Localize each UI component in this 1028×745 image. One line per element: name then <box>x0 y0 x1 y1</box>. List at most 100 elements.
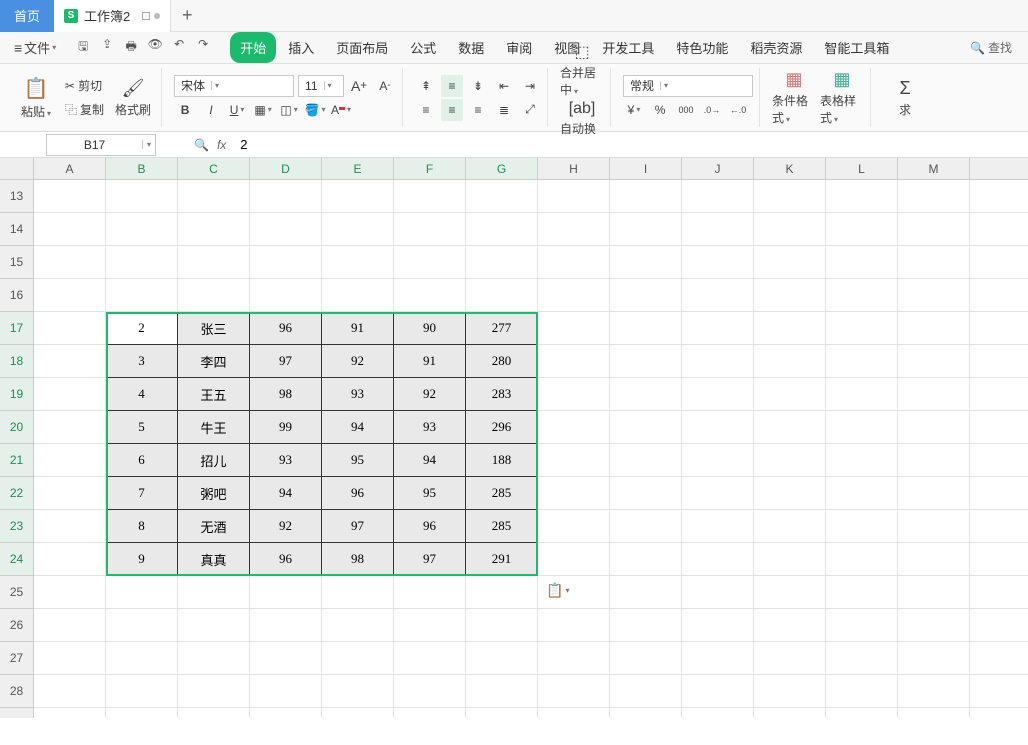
cell[interactable] <box>466 708 538 718</box>
cell[interactable] <box>538 444 610 477</box>
cell[interactable] <box>898 642 970 675</box>
cell[interactable] <box>466 675 538 708</box>
cell[interactable] <box>610 312 682 345</box>
align-middle-button[interactable]: ≡ <box>441 75 463 97</box>
select-all-corner[interactable] <box>0 158 34 180</box>
cell[interactable] <box>250 708 322 718</box>
cell[interactable] <box>682 675 754 708</box>
borders-button[interactable]: ▦▾ <box>252 99 274 121</box>
cell[interactable] <box>178 609 250 642</box>
cell[interactable] <box>898 378 970 411</box>
row-header[interactable]: 18 <box>0 345 34 378</box>
merge-center-button[interactable]: ⬚ 合并居中▾ <box>560 42 604 98</box>
cell[interactable] <box>826 180 898 213</box>
cell[interactable]: 李四 <box>178 345 250 378</box>
cell[interactable]: 7 <box>106 477 178 510</box>
cell[interactable] <box>898 609 970 642</box>
row-header[interactable]: 14 <box>0 213 34 246</box>
column-header[interactable]: C <box>178 158 250 180</box>
cell[interactable]: 招儿 <box>178 444 250 477</box>
bold-button[interactable]: B <box>174 99 196 121</box>
cell[interactable] <box>826 609 898 642</box>
cell[interactable]: 9 <box>106 543 178 576</box>
cell[interactable] <box>538 609 610 642</box>
row-header[interactable]: 19 <box>0 378 34 411</box>
cell[interactable] <box>610 246 682 279</box>
thousands-button[interactable]: 000 <box>675 99 697 121</box>
cell[interactable]: 92 <box>250 510 322 543</box>
cell[interactable] <box>34 642 106 675</box>
currency-button[interactable]: ¥▾ <box>623 99 645 121</box>
column-header[interactable]: A <box>34 158 106 180</box>
cell[interactable] <box>466 246 538 279</box>
cell[interactable] <box>538 246 610 279</box>
sum-button[interactable]: Σ 求 <box>883 78 927 118</box>
cell[interactable] <box>538 477 610 510</box>
cell[interactable] <box>682 477 754 510</box>
cell[interactable]: 96 <box>250 543 322 576</box>
cell[interactable] <box>826 279 898 312</box>
cell[interactable]: 94 <box>394 444 466 477</box>
cell[interactable] <box>178 675 250 708</box>
zoom-icon[interactable]: 🔍 <box>194 138 209 152</box>
cell-style-button[interactable]: ◫▾ <box>278 99 300 121</box>
align-left-button[interactable]: ≡ <box>415 99 437 121</box>
new-tab-button[interactable]: + <box>171 5 203 26</box>
cell[interactable]: 91 <box>394 345 466 378</box>
cell[interactable]: 真真 <box>178 543 250 576</box>
cell[interactable] <box>466 609 538 642</box>
cell[interactable] <box>466 213 538 246</box>
cell[interactable] <box>394 675 466 708</box>
cell[interactable]: 94 <box>250 477 322 510</box>
decrease-indent-button[interactable]: ⇤ <box>493 75 515 97</box>
row-header[interactable]: 24 <box>0 543 34 576</box>
cell[interactable] <box>754 675 826 708</box>
search-button[interactable]: 🔍 查找 <box>962 35 1020 60</box>
paste-options-button[interactable]: 📋▾ <box>546 582 569 599</box>
row-header[interactable]: 28 <box>0 675 34 708</box>
number-format-select[interactable]: 常规▾ <box>623 75 753 97</box>
cell[interactable]: 无酒 <box>178 510 250 543</box>
cell[interactable] <box>970 477 1028 510</box>
cell[interactable] <box>322 576 394 609</box>
ribbon-tab-tools[interactable]: 智能工具箱 <box>814 32 899 63</box>
cell[interactable] <box>754 378 826 411</box>
row-header[interactable]: 22 <box>0 477 34 510</box>
file-menu[interactable]: ≡ 文件 ▾ <box>8 34 62 61</box>
cell[interactable]: 93 <box>322 378 394 411</box>
cell[interactable]: 96 <box>322 477 394 510</box>
column-header[interactable]: F <box>394 158 466 180</box>
cell[interactable] <box>394 246 466 279</box>
cell[interactable] <box>898 246 970 279</box>
cell[interactable] <box>682 312 754 345</box>
cell[interactable] <box>610 213 682 246</box>
cell[interactable] <box>970 609 1028 642</box>
cell[interactable] <box>178 576 250 609</box>
tab-home[interactable]: 首页 <box>0 0 54 32</box>
row-header[interactable]: 15 <box>0 246 34 279</box>
cell[interactable]: 6 <box>106 444 178 477</box>
cell[interactable] <box>538 279 610 312</box>
cell[interactable] <box>970 510 1028 543</box>
cell[interactable] <box>34 708 106 718</box>
fill-color-button[interactable]: 🪣▾ <box>304 99 326 121</box>
formula-input[interactable] <box>234 134 1028 156</box>
row-header[interactable]: 25 <box>0 576 34 609</box>
cell[interactable] <box>898 213 970 246</box>
increase-decimal-button[interactable]: .0→ <box>701 99 723 121</box>
row-header[interactable]: 29 <box>0 708 34 718</box>
cell[interactable] <box>34 477 106 510</box>
cell[interactable] <box>538 543 610 576</box>
cell[interactable] <box>106 708 178 718</box>
cell[interactable] <box>826 411 898 444</box>
cell[interactable] <box>538 642 610 675</box>
cell[interactable] <box>34 510 106 543</box>
align-top-button[interactable]: ⇞ <box>415 75 437 97</box>
cell[interactable]: 93 <box>250 444 322 477</box>
cell[interactable] <box>682 213 754 246</box>
cell[interactable] <box>970 576 1028 609</box>
cell[interactable]: 280 <box>466 345 538 378</box>
ribbon-tab-start[interactable]: 开始 <box>230 32 276 63</box>
cell[interactable] <box>394 609 466 642</box>
table-style-button[interactable]: ▦ 表格样式▾ <box>820 69 864 126</box>
